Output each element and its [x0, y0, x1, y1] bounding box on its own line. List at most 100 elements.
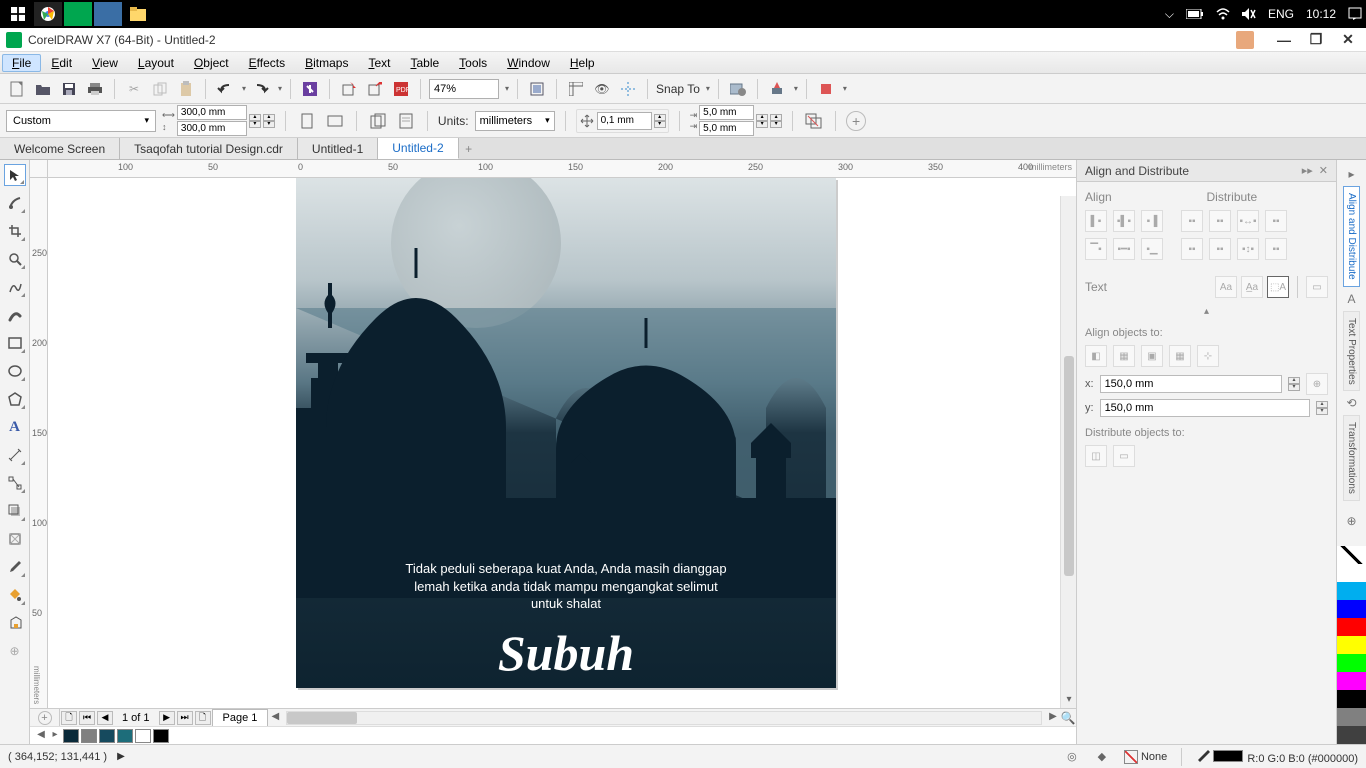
add-page-after-button[interactable]: 🗋	[195, 711, 211, 725]
side-tab-text-icon[interactable]: A	[1342, 289, 1362, 309]
menu-object[interactable]: Object	[184, 54, 239, 72]
eyedropper-tool[interactable]	[4, 556, 26, 578]
menu-window[interactable]: Window	[497, 54, 560, 72]
first-page-button[interactable]: ⏮	[79, 711, 95, 725]
taskbar-app-explorer[interactable]	[124, 2, 152, 26]
quick-customize[interactable]: ⊕	[4, 640, 26, 662]
tray-battery-icon[interactable]	[1186, 9, 1204, 19]
zoom-tool[interactable]	[4, 248, 26, 270]
text-first-line-button[interactable]: A̲a	[1241, 276, 1263, 298]
polygon-tool[interactable]	[4, 388, 26, 410]
open-button[interactable]	[32, 78, 54, 100]
menu-text[interactable]: Text	[358, 54, 400, 72]
parallel-dimension-tool[interactable]	[4, 444, 26, 466]
hscroll-left[interactable]: ◀	[268, 711, 282, 725]
page-tab-1[interactable]: Page 1	[212, 709, 269, 726]
launch-button[interactable]	[766, 78, 788, 100]
tray-clock[interactable]: 10:12	[1306, 7, 1336, 21]
no-color-swatch[interactable]	[1337, 546, 1366, 564]
align-center-h-button[interactable]: ▪▌▪	[1113, 210, 1135, 232]
landscape-button[interactable]	[324, 110, 346, 132]
prev-page-button[interactable]: ◀	[97, 711, 113, 725]
doc-color-swatch[interactable]	[99, 729, 115, 743]
coord-x-input[interactable]	[1100, 375, 1282, 393]
new-doc-tab[interactable]: +	[459, 138, 479, 159]
undo-button[interactable]	[214, 78, 236, 100]
taskbar-app-chrome[interactable]	[34, 2, 62, 26]
align-top-button[interactable]: ▔▪	[1085, 238, 1107, 260]
connector-tool[interactable]	[4, 472, 26, 494]
show-grid-button[interactable]: 👁	[591, 78, 613, 100]
all-pages-button[interactable]	[367, 110, 389, 132]
vertical-ruler[interactable]: millimeters 25020015010050	[30, 178, 48, 708]
side-tab-text-properties[interactable]: Text Properties	[1343, 311, 1360, 392]
tray-language[interactable]: ENG	[1268, 7, 1294, 21]
zoom-page-button[interactable]: 🔍	[1060, 711, 1076, 725]
ellipse-tool[interactable]	[4, 360, 26, 382]
last-page-button[interactable]: ⏭	[177, 711, 193, 725]
redo-dropdown[interactable]: ▾	[278, 84, 282, 93]
docker-close-icon[interactable]: ✕	[1319, 164, 1328, 177]
align-right-button[interactable]: ▪▐	[1141, 210, 1163, 232]
doc-color-swatch[interactable]	[153, 729, 169, 743]
quick-customize-bottom[interactable]: +	[38, 711, 52, 725]
snap-to-dropdown[interactable]: ▾	[706, 84, 710, 93]
menu-edit[interactable]: Edit	[41, 54, 82, 72]
import-button[interactable]	[338, 78, 360, 100]
redo-button[interactable]	[250, 78, 272, 100]
menu-table[interactable]: Table	[400, 54, 449, 72]
width-spinner-up[interactable]: ▴	[249, 114, 261, 121]
duplicate-y-input[interactable]	[699, 121, 754, 136]
taskbar-app-corel[interactable]	[64, 2, 92, 26]
section-collapse[interactable]: ▴	[1085, 306, 1328, 317]
paste-button[interactable]	[175, 78, 197, 100]
crop-tool[interactable]	[4, 220, 26, 242]
align-bottom-button[interactable]: ▪▁	[1141, 238, 1163, 260]
vertical-scrollbar[interactable]: ▾	[1060, 196, 1076, 708]
smart-fill-tool[interactable]	[4, 612, 26, 634]
launch-dropdown[interactable]: ▾	[794, 84, 798, 93]
transparency-tool[interactable]	[4, 528, 26, 550]
maximize-button[interactable]: ❐	[1304, 31, 1328, 49]
print-button[interactable]	[84, 78, 106, 100]
height-spinner-up[interactable]: ▴	[263, 114, 275, 121]
new-button[interactable]	[6, 78, 28, 100]
color-swatch[interactable]	[1337, 600, 1366, 618]
tray-volume-icon[interactable]	[1242, 8, 1256, 20]
pick-tool[interactable]	[4, 164, 26, 186]
dist-center-h-button[interactable]: ▪▪	[1209, 210, 1231, 232]
coord-pick-button[interactable]: ⊕	[1306, 373, 1328, 395]
color-swatch[interactable]	[1337, 564, 1366, 582]
doc-color-swatch[interactable]	[135, 729, 151, 743]
align-to-page-edge-button[interactable]: ▦	[1113, 345, 1135, 367]
color-swatch[interactable]	[1337, 654, 1366, 672]
color-swatch[interactable]	[1337, 636, 1366, 654]
zoom-dropdown[interactable]: ▾	[505, 84, 509, 93]
text-outline-button[interactable]: ▭	[1306, 276, 1328, 298]
portrait-button[interactable]	[296, 110, 318, 132]
dist-center-v-button[interactable]: ▪▪	[1209, 238, 1231, 260]
align-to-page-center-button[interactable]: ▣	[1141, 345, 1163, 367]
side-tab-align[interactable]: Align and Distribute	[1343, 186, 1360, 287]
align-to-grid-button[interactable]: ▦	[1169, 345, 1191, 367]
side-tab-transform-icon[interactable]: ⟲	[1342, 393, 1362, 413]
dist-spacing-h-button[interactable]: ▪↔▪	[1237, 210, 1259, 232]
add-page-button[interactable]: 🗋	[61, 711, 77, 725]
units-select[interactable]: millimeters▾	[475, 111, 555, 131]
text-tool[interactable]: A	[4, 416, 26, 438]
color-swatch[interactable]	[1337, 582, 1366, 600]
add-preset-button[interactable]: +	[846, 111, 866, 131]
menu-effects[interactable]: Effects	[239, 54, 295, 72]
close-button[interactable]: ✕	[1336, 31, 1360, 49]
fullscreen-button[interactable]	[526, 78, 548, 100]
document-tab[interactable]: Untitled-2	[378, 138, 458, 159]
color-swatch[interactable]	[1337, 726, 1366, 744]
app-switch-dropdown[interactable]: ▾	[843, 84, 847, 93]
save-button[interactable]	[58, 78, 80, 100]
doc-color-swatch[interactable]	[117, 729, 133, 743]
dist-to-selection-button[interactable]: ◫	[1085, 445, 1107, 467]
tray-expand-icon[interactable]: ⌵	[1165, 7, 1174, 22]
snap-to-label[interactable]: Snap To	[656, 82, 700, 96]
page-preset-select[interactable]: Custom▾	[6, 110, 156, 132]
ruler-origin[interactable]	[30, 160, 48, 178]
